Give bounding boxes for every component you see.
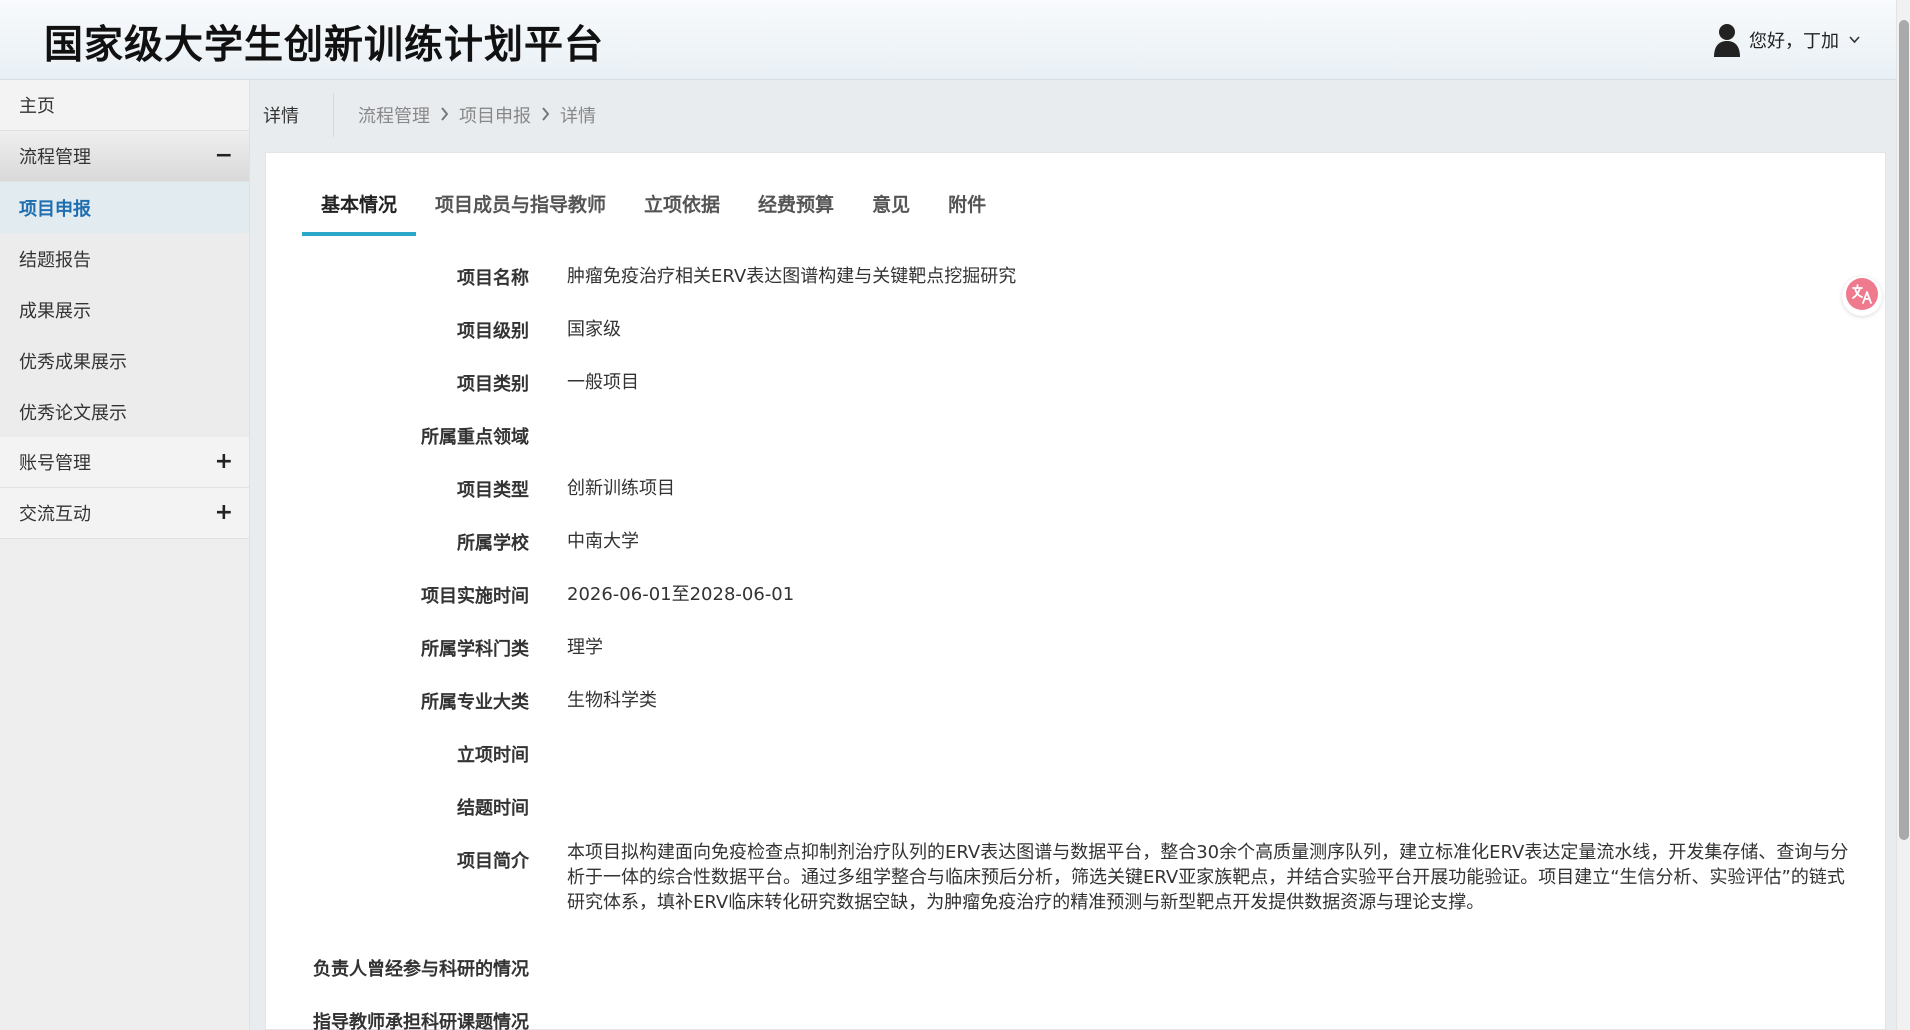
sidebar-item-excellent-results[interactable]: 优秀成果展示: [0, 335, 249, 386]
tab-basic-info[interactable]: 基本情况: [302, 183, 417, 236]
field-label: 结题时间: [457, 798, 529, 819]
field-label: 所属专业大类: [421, 692, 529, 713]
divider: [333, 93, 334, 137]
translate-button[interactable]: [1842, 276, 1882, 316]
sidebar-item-label: 项目申报: [19, 198, 91, 220]
sidebar-item-excellent-papers[interactable]: 优秀论文展示: [0, 386, 249, 437]
translate-icon: [1845, 277, 1879, 315]
field-row: 所属专业大类 生物科学类: [266, 677, 1887, 730]
sidebar-item-final-report[interactable]: 结题报告: [0, 233, 249, 284]
sidebar-group-process[interactable]: 流程管理 −: [0, 131, 249, 182]
field-row: 项目类别 一般项目: [266, 359, 1887, 412]
field-value: [567, 412, 1857, 423]
field-row: 项目类型 创新训练项目: [266, 465, 1887, 518]
field-label: 项目名称: [457, 268, 529, 289]
field-label: 所属学校: [457, 533, 529, 554]
sidebar-group-communication[interactable]: 交流互动 +: [0, 488, 249, 539]
sidebar-item-label: 流程管理: [19, 147, 91, 168]
breadcrumb-link-apply[interactable]: 项目申报: [459, 102, 531, 128]
sidebar-item-label: 账号管理: [19, 453, 91, 474]
field-value: 肿瘤免疫治疗相关ERV表达图谱构建与关键靶点挖掘研究: [567, 266, 1017, 287]
chevron-down-icon: [1849, 36, 1860, 44]
sidebar-item-label: 成果展示: [19, 300, 91, 322]
breadcrumb-current: 详情: [560, 106, 596, 127]
sidebar-group-account[interactable]: 账号管理 +: [0, 437, 249, 488]
field-value: 一般项目: [567, 372, 639, 393]
field-value: [567, 944, 1857, 955]
field-value: 创新训练项目: [567, 478, 675, 499]
field-row: 项目名称 肿瘤免疫治疗相关ERV表达图谱构建与关键靶点挖掘研究: [266, 253, 1887, 306]
user-menu[interactable]: 您好，丁加: [1713, 22, 1860, 58]
field-label: 负责人曾经参与科研的情况: [313, 959, 529, 980]
field-label: 项目类型: [457, 480, 529, 501]
sidebar: 主页 流程管理 − 项目申报 结题报告 成果展示 优秀成果展示 优秀论文展示 账…: [0, 80, 250, 1030]
field-row: 所属重点领域: [266, 412, 1887, 465]
field-label: 指导教师承担科研课题情况: [313, 1012, 529, 1030]
field-value: 中南大学: [567, 531, 639, 552]
field-label: 所属学科门类: [421, 639, 529, 660]
field-label: 项目简介: [457, 851, 529, 872]
field-value-summary: 本项目拟构建面向免疫检查点抑制剂治疗队列的ERV表达图谱与数据平台，整合30余个…: [567, 842, 1849, 913]
field-label: 项目实施时间: [421, 586, 529, 607]
field-value: 生物科学类: [567, 690, 657, 711]
field-label: 项目级别: [457, 321, 529, 342]
sidebar-item-label: 结题报告: [19, 249, 91, 271]
scrollbar-thumb[interactable]: [1899, 20, 1909, 840]
sidebar-item-label: 优秀论文展示: [19, 402, 127, 424]
field-value: 2026-06-01至2028-06-01: [567, 584, 795, 605]
sidebar-item-project-apply[interactable]: 项目申报: [0, 182, 249, 233]
field-label: 项目类别: [457, 374, 529, 395]
field-list: 项目名称 肿瘤免疫治疗相关ERV表达图谱构建与关键靶点挖掘研究 项目级别 国家级…: [266, 253, 1887, 1030]
breadcrumb-link-process[interactable]: 流程管理: [358, 102, 430, 128]
field-label: 立项时间: [457, 745, 529, 766]
field-label: 所属重点领域: [421, 427, 529, 448]
user-avatar-icon: [1713, 22, 1741, 58]
user-greeting: 您好，丁加: [1749, 31, 1839, 52]
sidebar-item-label: 优秀成果展示: [19, 351, 127, 373]
expand-icon[interactable]: +: [215, 502, 233, 524]
field-row: 指导教师承担科研课题情况: [266, 997, 1887, 1030]
detail-card: 基本情况 项目成员与指导教师 立项依据 经费预算 意见 附件 项目名称 肿瘤免疫…: [265, 152, 1886, 1030]
breadcrumb: 详情 流程管理 项目申报 详情: [251, 80, 1896, 150]
tab-opinion[interactable]: 意见: [853, 183, 929, 236]
tab-attachment[interactable]: 附件: [929, 183, 1005, 236]
tab-bar: 基本情况 项目成员与指导教师 立项依据 经费预算 意见 附件: [302, 183, 1005, 236]
field-value: [567, 730, 1857, 741]
sidebar-item-home[interactable]: 主页: [0, 80, 249, 131]
tab-basis[interactable]: 立项依据: [625, 183, 739, 236]
tab-members[interactable]: 项目成员与指导教师: [416, 183, 625, 236]
sidebar-item-label: 交流互动: [19, 504, 91, 525]
page-title: 详情: [263, 106, 299, 127]
field-row: 所属学科门类 理学: [266, 624, 1887, 677]
field-value: [567, 997, 1857, 1008]
field-row: 项目级别 国家级: [266, 306, 1887, 359]
field-row: 负责人曾经参与科研的情况: [266, 944, 1887, 997]
chevron-right-icon: [440, 106, 449, 125]
chevron-right-icon: [541, 106, 550, 125]
vertical-scrollbar[interactable]: [1896, 0, 1910, 1030]
sidebar-item-results[interactable]: 成果展示: [0, 284, 249, 335]
site-title: 国家级大学生创新训练计划平台: [44, 23, 605, 68]
field-row: 立项时间: [266, 730, 1887, 783]
collapse-icon[interactable]: −: [215, 145, 233, 167]
field-value: [567, 783, 1857, 794]
field-row: 所属学校 中南大学: [266, 518, 1887, 571]
tab-budget[interactable]: 经费预算: [739, 183, 853, 236]
field-row: 结题时间: [266, 783, 1887, 836]
sidebar-item-label: 主页: [19, 96, 55, 117]
field-row: 项目实施时间 2026-06-01至2028-06-01: [266, 571, 1887, 624]
field-value: 国家级: [567, 319, 621, 340]
app-header: 国家级大学生创新训练计划平台 您好，丁加: [0, 0, 1896, 80]
field-row: 项目简介 本项目拟构建面向免疫检查点抑制剂治疗队列的ERV表达图谱与数据平台，整…: [266, 836, 1887, 944]
expand-icon[interactable]: +: [215, 451, 233, 473]
field-value: 理学: [567, 637, 603, 658]
